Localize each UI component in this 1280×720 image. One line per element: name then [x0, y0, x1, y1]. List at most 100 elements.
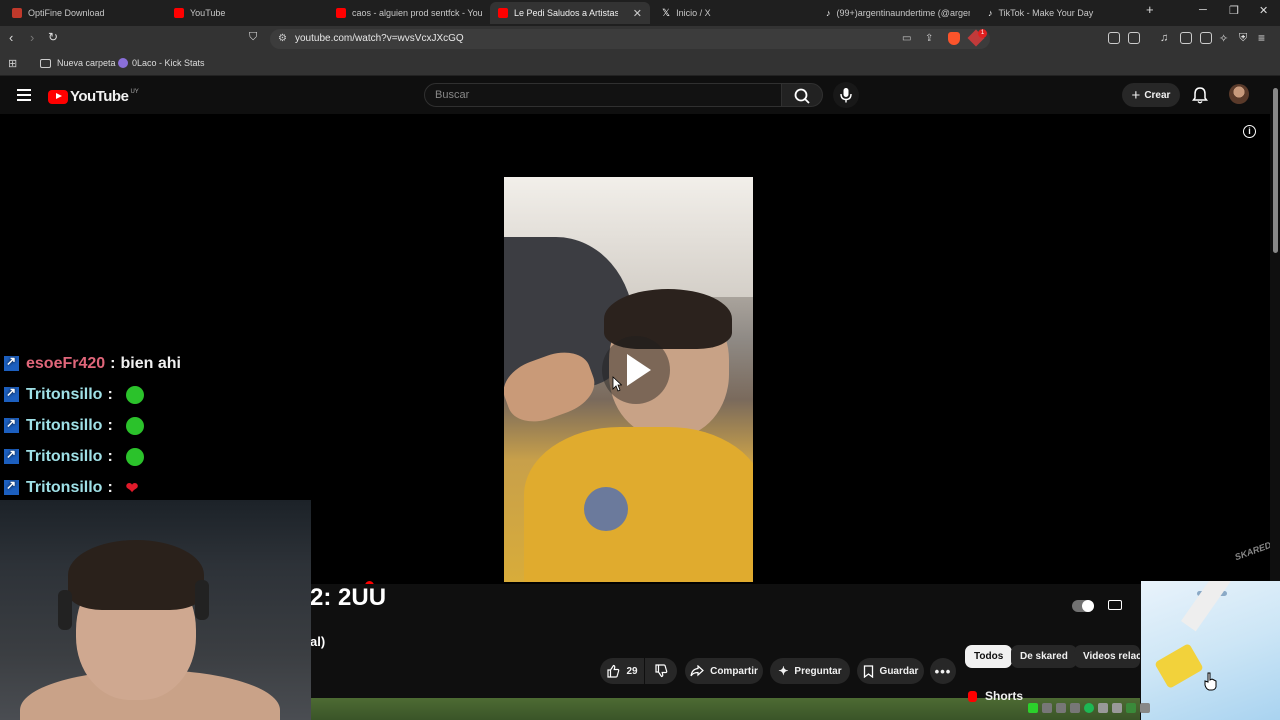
sidebar-icon[interactable]	[1180, 32, 1192, 44]
tray-app-icon[interactable]	[1098, 703, 1108, 713]
optifine-favicon-icon	[12, 8, 22, 18]
bookmark-nueva-carpeta[interactable]: Nueva carpeta	[40, 58, 116, 68]
browser-toolbar: ‹ › ↻ ⛉ ⚙ youtube.com/watch?v=wvsVcxJXcG…	[0, 26, 1280, 52]
like-button[interactable]: 29	[600, 658, 644, 684]
hamburger-menu-icon[interactable]	[17, 89, 31, 101]
youtube-favicon-icon	[498, 8, 508, 18]
channel-watermark[interactable]: SKARED	[1233, 540, 1272, 562]
apps-grid-icon[interactable]: ⊞	[8, 57, 17, 70]
create-button[interactable]: + Crear	[1122, 83, 1180, 107]
thumbs-down-icon	[655, 664, 668, 678]
more-actions-button[interactable]: •••	[930, 658, 956, 684]
tab-label: Inicio / X	[676, 8, 711, 18]
restore-icon[interactable]: ❐	[1229, 4, 1239, 17]
game-track	[1181, 581, 1248, 632]
site-info-icon[interactable]: ⚙	[278, 33, 287, 44]
autoplay-toggle[interactable]	[1072, 600, 1094, 612]
chip-todos[interactable]: Todos	[965, 645, 1013, 668]
voice-search-button[interactable]	[833, 82, 859, 108]
bookmark-kick-stats[interactable]: 0Laco - Kick Stats	[118, 58, 205, 68]
tab-tiktok[interactable]: ♪ TikTok - Make Your Day	[986, 2, 1136, 24]
chat-message: Tritonsillo : ❤	[4, 472, 304, 503]
share-label: Compartir	[710, 665, 758, 677]
save-button[interactable]: Guardar	[857, 658, 924, 684]
chat-message: esoeFr420 : bien ahi	[4, 348, 304, 379]
extensions-icon[interactable]	[1108, 32, 1120, 44]
tab-label: TikTok - Make Your Day	[998, 8, 1094, 18]
video-shirt-flower	[584, 487, 628, 531]
tray-app-icon[interactable]	[1112, 703, 1122, 713]
search-input[interactable]	[425, 84, 781, 106]
youtube-logo[interactable]: YouTube UY	[48, 88, 139, 105]
notifications-button[interactable]	[1192, 86, 1208, 104]
minimize-icon[interactable]: ─	[1199, 4, 1207, 16]
kick-icon	[118, 58, 128, 68]
back-icon[interactable]: ‹	[9, 30, 13, 45]
kick-badge-icon	[4, 478, 19, 495]
scrollbar-thumb[interactable]	[1273, 88, 1278, 253]
tab-label: Le Pedi Saludos a Artistas Un	[514, 8, 618, 18]
forward-icon[interactable]: ›	[30, 30, 34, 45]
tab-tiktok-profile[interactable]: ♪ (99+)argentinaundertime (@argenti	[824, 2, 970, 24]
chip-de-skared[interactable]: De skared	[1011, 645, 1077, 668]
green-face-emote-icon	[125, 447, 144, 466]
tray-app-icon[interactable]	[1056, 703, 1066, 713]
green-face-emote-icon	[125, 416, 144, 435]
media-icon[interactable]: ♫	[1160, 32, 1168, 44]
tray-app-icon[interactable]	[1070, 703, 1080, 713]
new-tab-icon[interactable]: +	[1146, 2, 1154, 17]
headset-left	[58, 590, 72, 630]
info-icon[interactable]: i	[1243, 125, 1256, 138]
tab-label: caos - alguien prod sentfck - YouTub	[352, 8, 482, 18]
chip-label: De skared	[1020, 651, 1068, 662]
menu-icon[interactable]: ≡	[1258, 31, 1265, 45]
video-subtitle: al)	[310, 634, 326, 649]
tiktok-icon: ♪	[988, 8, 993, 18]
youtube-play-logo-icon	[48, 89, 68, 104]
tab-x[interactable]: 𝕏 Inicio / X	[660, 2, 810, 24]
country-code: UY	[130, 88, 139, 95]
tab-optifine[interactable]: OptiFine Download	[4, 2, 164, 24]
chat-username: Tritonsillo	[26, 416, 103, 434]
dislike-button[interactable]	[645, 658, 677, 684]
leo-ai-icon[interactable]: ✧	[1219, 32, 1228, 45]
shorts-logo-icon	[968, 690, 977, 702]
bookmark-icon[interactable]: ⛉	[249, 31, 257, 44]
system-tray	[1028, 703, 1150, 713]
green-face-emote-icon	[125, 385, 144, 404]
address-bar[interactable]: ⚙ youtube.com/watch?v=wvsVcxJXcGQ ▭ ⇪ 1	[270, 29, 990, 49]
video-shirt	[524, 427, 753, 582]
play-button[interactable]	[602, 336, 670, 404]
page-scrollbar[interactable]	[1270, 76, 1280, 581]
shorts-section-header: Shorts	[968, 689, 1023, 703]
wallet-icon[interactable]	[1200, 32, 1212, 44]
tray-app-icon[interactable]	[1028, 703, 1038, 713]
screenshot-icon[interactable]	[1128, 32, 1140, 44]
reload-icon[interactable]: ↻	[48, 30, 58, 44]
vpn-shield-icon[interactable]: ⛨	[1239, 32, 1247, 45]
discord-icon[interactable]	[1140, 703, 1150, 713]
url-text[interactable]: youtube.com/watch?v=wvsVcxJXcGQ	[295, 33, 464, 44]
share-button[interactable]: Compartir	[685, 658, 763, 684]
brave-shield-icon[interactable]	[948, 32, 960, 45]
tray-app-icon[interactable]	[1042, 703, 1052, 713]
stream-chat-overlay: esoeFr420 : bien ahi Tritonsillo : Trito…	[4, 348, 304, 503]
ask-button[interactable]: ✦ Preguntar	[770, 658, 850, 684]
ask-label: Preguntar	[794, 665, 842, 677]
close-window-icon[interactable]: ✕	[1259, 4, 1268, 17]
tab-active-video[interactable]: Le Pedi Saludos a Artistas Un ✕	[490, 2, 650, 24]
share-icon[interactable]: ⇪	[925, 33, 933, 44]
avatar[interactable]	[1229, 84, 1249, 104]
captions-icon[interactable]	[1108, 600, 1122, 610]
game-crowd	[1154, 643, 1204, 689]
tray-app-icon[interactable]	[1126, 703, 1136, 713]
cast-icon[interactable]: ▭	[902, 33, 911, 44]
gameplay-overlay	[1141, 581, 1280, 720]
spotify-icon[interactable]	[1084, 703, 1094, 713]
close-tab-icon[interactable]: ✕	[625, 7, 650, 20]
tab-caos[interactable]: caos - alguien prod sentfck - YouTub	[330, 2, 482, 24]
chip-videos-relacionados[interactable]: Videos relacio	[1074, 645, 1140, 668]
search-button[interactable]	[781, 83, 823, 107]
kick-badge-icon	[4, 416, 19, 433]
tab-youtube[interactable]: YouTube	[166, 2, 326, 24]
